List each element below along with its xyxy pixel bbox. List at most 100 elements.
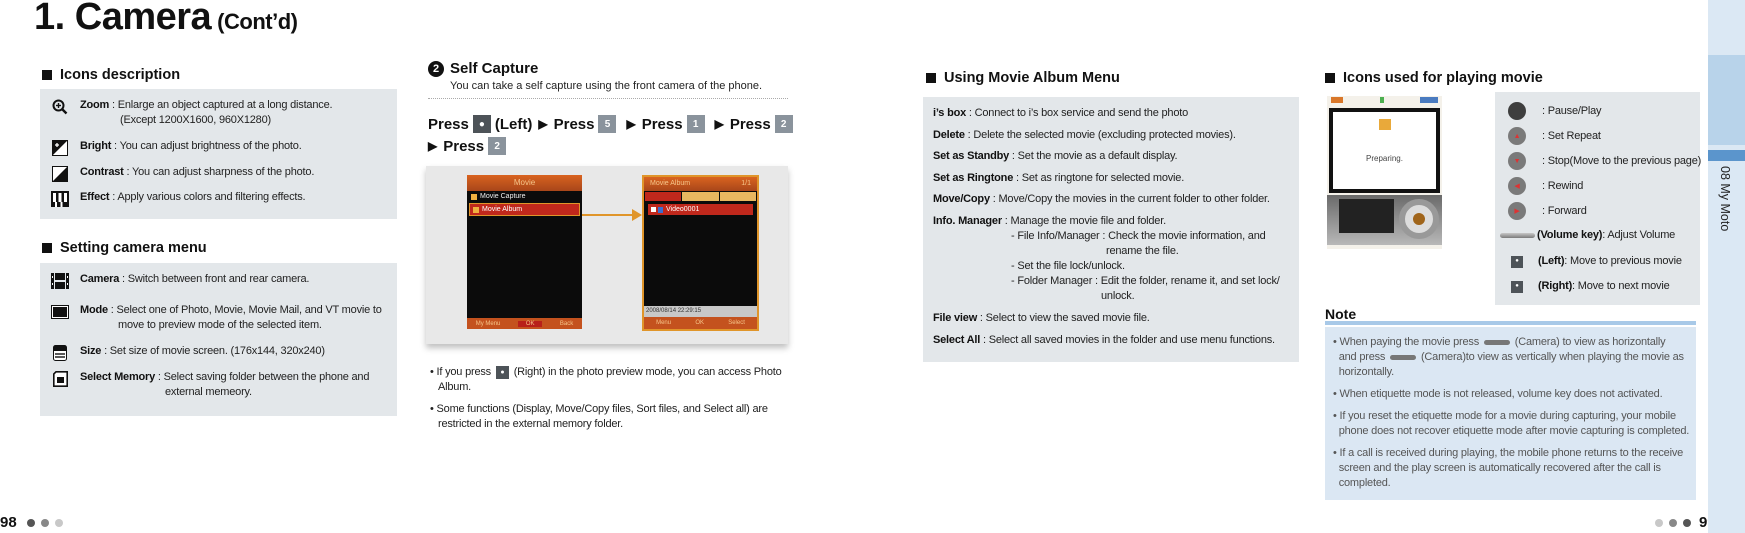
- sub-item: - Folder Manager : Edit the folder, rena…: [1011, 275, 1280, 287]
- menu-item-is-box: i’s box : Connect to i’s box service and…: [933, 107, 1189, 119]
- key-5-icon: 5: [598, 115, 617, 133]
- bullet-text: restricted in the external memory folder…: [438, 418, 623, 430]
- battery-icon: [1420, 97, 1438, 103]
- item-label: Set as Standby: [933, 150, 1010, 162]
- page-number-left: 98: [0, 514, 63, 531]
- bullet-text: screen and the play screen is automatica…: [1338, 462, 1661, 474]
- setting-camera-menu-heading: Setting camera menu: [42, 240, 207, 256]
- screen-title: Movie: [467, 175, 582, 191]
- item-text: Video0001: [666, 206, 700, 213]
- chapter-label: 08 My Moto: [1718, 166, 1732, 232]
- indicator-icon: [1379, 97, 1384, 103]
- bullet-text: Album.: [438, 381, 472, 393]
- dot-icon: [1655, 518, 1663, 527]
- play-icon-row: : Pause/Play: [1508, 102, 1602, 120]
- play-icon-row: ● (Right) : Move to next movie: [1511, 279, 1670, 294]
- item-desc: Select to view the saved movie file.: [985, 312, 1150, 324]
- bullet-text: phone does not recover etiquette mode af…: [1338, 425, 1690, 437]
- row-desc: : Rewind: [1542, 179, 1584, 192]
- note-heading: Note: [1325, 306, 1357, 322]
- softkey-bar: My Menu OK Back: [467, 318, 582, 329]
- camera-key-icon: [1390, 354, 1417, 360]
- bullet-square-icon: [926, 73, 936, 83]
- item-desc: Connect to i’s box service and send the …: [974, 107, 1189, 119]
- row-label: (Volume key): [1537, 229, 1603, 241]
- softkey: My Menu: [475, 320, 501, 327]
- heading-text: Self Capture: [450, 60, 539, 77]
- press-text: Press: [729, 115, 771, 133]
- row-label: Select Memory: [80, 371, 156, 383]
- chapter-side-tab[interactable]: 08 My Moto: [1708, 0, 1745, 533]
- title-main: 1. Camera: [34, 0, 212, 38]
- bright-icon: [50, 139, 70, 157]
- menu-item-delete: Delete : Delete the selected movie (excl…: [933, 129, 1236, 141]
- bullet-text: When etiquette mode is not released, vol…: [1339, 388, 1663, 400]
- row-desc: : Adjust Volume: [1602, 229, 1676, 241]
- status-bar: 2008/08/14 22:29:15: [644, 306, 757, 317]
- folder-icon: [473, 206, 479, 213]
- bullet-square-icon: [42, 243, 52, 253]
- item-desc: Move/Copy the movies in the current fold…: [998, 193, 1270, 205]
- icon-row-bright: Bright : You can adjust brightness of th…: [50, 139, 302, 157]
- row-label: (Left): [1538, 255, 1565, 267]
- softkey-bar: Menu OK Select: [644, 317, 757, 329]
- folder-tabs: [644, 192, 757, 201]
- row-desc: Select saving folder between the phone a…: [163, 371, 370, 383]
- menu-row-camera: Camera : Switch between front and rear c…: [50, 272, 309, 290]
- press-text: Press: [428, 115, 469, 133]
- left-key-icon: ●: [472, 115, 491, 133]
- note-bullet-2: • When etiquette mode is not released, v…: [1333, 388, 1663, 400]
- folder-tab: [719, 192, 756, 201]
- item-label: i’s box: [933, 107, 967, 119]
- bullet-text: Some functions (Display, Move/Copy files…: [436, 403, 768, 415]
- dot-icon: [1683, 518, 1691, 527]
- tab-highlight: [1708, 55, 1745, 145]
- page-number-right: 99: [1655, 514, 1716, 531]
- arrow-line: [582, 214, 637, 216]
- checkbox-icon: [651, 207, 656, 212]
- row-text: Zoom : Enlarge an object captured at a l…: [80, 98, 333, 128]
- row-text: Bright : You can adjust brightness of th…: [80, 139, 302, 157]
- dot-icon: [54, 518, 63, 527]
- playing-icons-heading: Icons used for playing movie: [1325, 70, 1543, 86]
- row-desc: : Pause/Play: [1542, 104, 1602, 117]
- bullet-text: completed.: [1338, 477, 1391, 489]
- row-desc: You can adjust brightness of the photo.: [119, 140, 302, 152]
- row-sep: :: [155, 371, 164, 383]
- sub-item: - File Info/Manager : Check the movie in…: [1011, 230, 1266, 242]
- row-desc: Apply various colors and filtering effec…: [117, 191, 306, 203]
- time-display: [1339, 199, 1394, 233]
- row-sep: :: [107, 304, 117, 316]
- item-desc: Set as ringtone for selected movie.: [1021, 172, 1185, 184]
- folder-tab: [682, 192, 719, 201]
- item-label: File view: [933, 312, 978, 324]
- heading-text: Icons description: [60, 67, 181, 83]
- sub-item: rename the file.: [1106, 245, 1179, 257]
- phone-screen-movie-album: Movie Album 1/1 Video0001 2008/08/14 22:2…: [642, 175, 759, 331]
- title-text: Movie Album: [650, 180, 691, 187]
- heading-text: Icons used for playing movie: [1343, 70, 1543, 86]
- item-label: Delete: [933, 129, 965, 141]
- row-desc: : Stop(Move to the previous page): [1542, 154, 1702, 167]
- forward-icon: ▶: [1508, 202, 1526, 220]
- note-bullet-3: • If you reset the etiquette mode for a …: [1333, 410, 1690, 437]
- item-label: Move/Copy: [933, 193, 990, 205]
- video-area: Preparing.: [1333, 112, 1436, 189]
- bullet-text: horizontally.: [1338, 366, 1394, 378]
- size-icon: [50, 344, 70, 362]
- row-label: (Right): [1538, 280, 1573, 292]
- bullet-text: If you press: [436, 366, 492, 378]
- softkey: Back: [559, 320, 574, 327]
- softkey: Menu: [656, 320, 672, 326]
- menu-item-move-copy: Move/Copy : Move/Copy the movies in the …: [933, 193, 1270, 205]
- menu-item-set-as-standby: Set as Standby : Set the movie as a defa…: [933, 150, 1178, 162]
- right-key-icon: ●: [495, 365, 509, 379]
- row-desc: Enlarge an object captured at a long dis…: [117, 99, 333, 111]
- movie-album-menu-heading: Using Movie Album Menu: [926, 70, 1120, 86]
- menu-row-size: Size : Set size of movie screen. (176x14…: [50, 344, 325, 362]
- screenshot-frame: Movie Movie Capture Movie Album My Menu …: [426, 166, 788, 344]
- arrow-right-icon: ▶: [428, 139, 438, 153]
- self-capture-bullet-2: • Some functions (Display, Move/Copy fil…: [430, 402, 790, 432]
- row-label: Effect: [80, 191, 110, 203]
- row-desc: : Move to next movie: [1572, 280, 1670, 292]
